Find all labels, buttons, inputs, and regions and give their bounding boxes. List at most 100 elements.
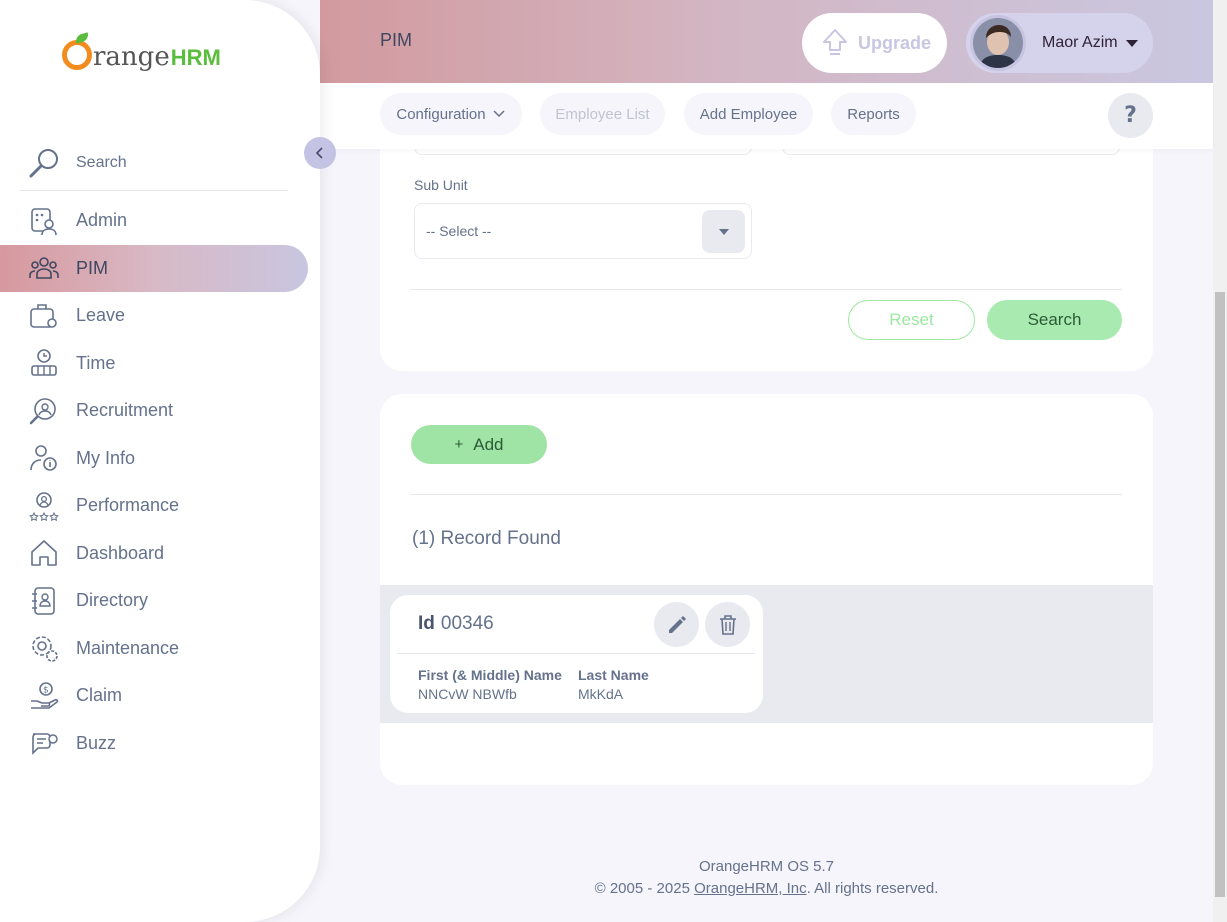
tab-label: Reports: [847, 105, 900, 123]
sidebar-item-claim[interactable]: $ Claim: [0, 672, 308, 720]
sidebar-item-leave[interactable]: Leave: [0, 292, 308, 340]
maintenance-icon: [28, 632, 60, 664]
last-name-header: Last Name: [578, 667, 649, 683]
main-menu: Admin PIM Leave Time Recruitment My Info…: [0, 197, 308, 767]
footer: OrangeHRM OS 5.7 © 2005 - 2025 OrangeHRM…: [380, 856, 1153, 900]
copyright: © 2005 - 2025 OrangeHRM, Inc. All rights…: [380, 878, 1153, 900]
sidebar-item-label: Dashboard: [76, 542, 165, 563]
sidebar-search-label: Search: [76, 154, 127, 171]
pencil-icon: [668, 615, 686, 633]
tab-add-employee[interactable]: Add Employee: [684, 93, 813, 135]
sidebar-item-label: Time: [76, 352, 116, 373]
search-icon: [29, 149, 58, 178]
caret-down-icon: [1125, 39, 1138, 47]
my-info-icon: [28, 442, 60, 474]
sidebar-item-label: Directory: [76, 590, 149, 611]
sidebar-item-dashboard[interactable]: Dashboard: [0, 530, 308, 578]
sidebar-collapse-button[interactable]: [304, 137, 336, 169]
edit-button[interactable]: [654, 602, 699, 647]
performance-icon: [28, 490, 60, 522]
sidebar-item-label: Recruitment: [76, 400, 174, 421]
sidebar-item-my-info[interactable]: My Info: [0, 435, 308, 483]
logo-text: range: [93, 42, 170, 72]
company-link[interactable]: OrangeHRM, Inc: [694, 880, 807, 897]
first-middle-name-header: First (& Middle) Name: [418, 667, 562, 683]
id-value: 00346: [440, 613, 494, 634]
sidebar-item-label: Performance: [76, 495, 180, 516]
chevron-down-icon: [493, 110, 505, 118]
reset-button[interactable]: Reset: [848, 300, 975, 340]
sidebar-item-admin[interactable]: Admin: [0, 197, 308, 245]
last-name-cell: Last Name MkKdA: [578, 667, 649, 702]
add-label: Add: [473, 434, 504, 454]
leave-icon: [28, 300, 60, 332]
sidebar-item-time[interactable]: Time: [0, 340, 308, 388]
records-table: Id 00346 First (& Middle) Name NNCvW NBWf…: [380, 585, 1153, 723]
sub-unit-value: -- Select --: [426, 223, 492, 239]
tab-employee-list[interactable]: Employee List: [540, 93, 665, 135]
sidebar-item-label: PIM: [76, 257, 109, 278]
avatar: [970, 15, 1026, 71]
id-label: Id: [418, 613, 435, 634]
tab-label: Add Employee: [699, 105, 798, 123]
help-button[interactable]: ?: [1108, 93, 1153, 138]
orange-logo-icon: [62, 32, 92, 70]
directory-icon: [28, 585, 60, 617]
page-title: PIM: [380, 30, 413, 50]
employee-id: Id 00346: [418, 613, 494, 635]
orangehrm-logo[interactable]: range HRM: [62, 32, 221, 72]
sidebar-item-pim[interactable]: PIM: [0, 244, 308, 292]
dropdown-arrow-icon[interactable]: [702, 210, 745, 253]
search-button[interactable]: Search: [987, 300, 1122, 340]
add-employee-button[interactable]: + Add: [411, 425, 547, 464]
last-name-value: MkKdA: [578, 686, 624, 702]
copyright-suffix: . All rights reserved.: [806, 880, 939, 897]
admin-icon: [28, 205, 60, 237]
buzz-icon: [28, 727, 60, 759]
top-bar: PIM Upgrade Maor Azim: [320, 0, 1213, 83]
recruitment-icon: [28, 395, 60, 427]
sidebar: range HRM Search Admin PIM Leave Time Re…: [0, 0, 320, 922]
sidebar-item-label: Leave: [76, 305, 126, 326]
svg-text:$: $: [43, 685, 49, 695]
claim-icon: $: [28, 680, 60, 712]
tab-reports[interactable]: Reports: [831, 93, 916, 135]
sidebar-item-label: Maintenance: [76, 637, 180, 658]
user-dropdown[interactable]: Maor Azim: [966, 13, 1153, 73]
sub-unit-select[interactable]: -- Select --: [414, 203, 752, 259]
logo-text-hrm: HRM: [170, 44, 221, 70]
record-count: (1) Record Found: [412, 528, 561, 549]
dashboard-icon: [28, 537, 60, 569]
pim-subnav: Configuration Employee List Add Employee…: [320, 83, 1213, 149]
user-name: Maor Azim: [1042, 34, 1118, 51]
page-scrollbar[interactable]: [1213, 0, 1227, 922]
upgrade-button[interactable]: Upgrade: [802, 13, 947, 73]
sidebar-item-directory[interactable]: Directory: [0, 577, 308, 625]
app-version: OrangeHRM OS 5.7: [698, 858, 835, 875]
chevron-left-icon: [315, 147, 323, 159]
trash-icon: [719, 614, 736, 635]
first-middle-name-cell: First (& Middle) Name NNCvW NBWfb: [418, 667, 562, 702]
table-row[interactable]: Id 00346 First (& Middle) Name NNCvW NBWf…: [390, 595, 763, 713]
sidebar-item-maintenance[interactable]: Maintenance: [0, 625, 308, 673]
sub-unit-label: Sub Unit: [414, 177, 468, 193]
divider: [410, 289, 1122, 290]
sidebar-item-buzz[interactable]: Buzz: [0, 720, 308, 768]
copyright-prefix: © 2005 - 2025: [594, 880, 695, 897]
tab-label: Configuration: [396, 105, 486, 123]
tab-configuration[interactable]: Configuration: [380, 93, 522, 135]
upgrade-arrow-icon: [823, 29, 847, 55]
employee-results-card: + Add (1) Record Found Id 00346 First (& …: [380, 394, 1153, 785]
scrollbar-thumb[interactable]: [1215, 292, 1225, 897]
sidebar-search[interactable]: Search: [20, 136, 288, 191]
tab-label: Employee List: [555, 105, 650, 123]
time-icon: [28, 347, 60, 379]
sidebar-item-recruitment[interactable]: Recruitment: [0, 387, 308, 435]
sidebar-item-performance[interactable]: Performance: [0, 482, 308, 530]
delete-button[interactable]: [705, 602, 750, 647]
employee-filter-card: Sub Unit -- Select -- Reset Search: [380, 130, 1153, 371]
sidebar-item-label: Claim: [76, 685, 123, 706]
divider: [397, 653, 755, 654]
sidebar-item-label: Buzz: [76, 732, 117, 753]
plus-icon: +: [454, 436, 464, 453]
